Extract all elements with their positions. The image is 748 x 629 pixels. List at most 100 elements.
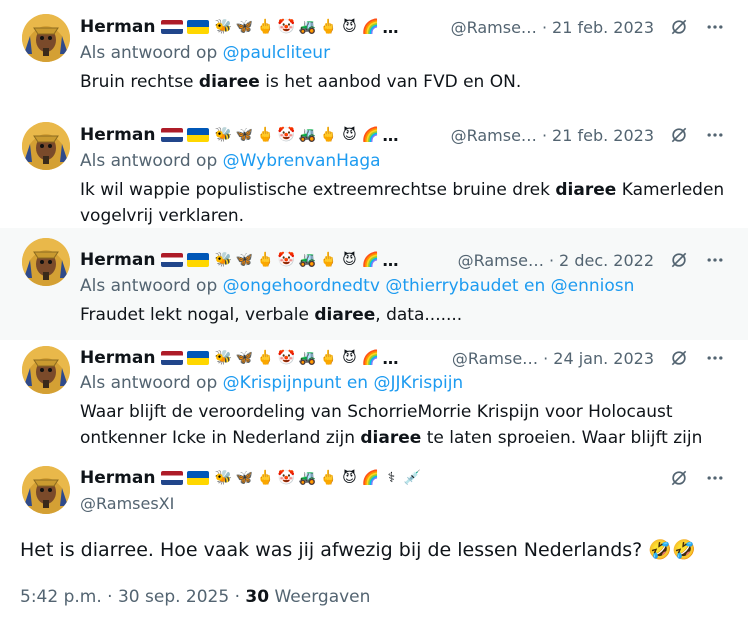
rainbow-icon: 🌈 <box>361 470 380 486</box>
display-name[interactable]: Herman <box>80 125 155 145</box>
reply-mention[interactable]: @JJKrispijn <box>373 373 463 393</box>
more-icon[interactable] <box>704 347 726 369</box>
tweet-text: Fraudet lekt nogal, verbale diaree, data… <box>80 302 726 328</box>
avatar[interactable] <box>22 122 70 170</box>
tweet-reply-3[interactable]: Herman 🐝 🦋 🖕 🤡 🚜 🖕 😈 🌈 … @Ramse… · 2 dec… <box>0 228 748 340</box>
timestamp[interactable]: 24 jan. 2023 <box>553 349 654 368</box>
display-name[interactable]: Herman <box>80 468 155 488</box>
flag-ua-icon <box>187 128 210 142</box>
separator-dot: · <box>543 348 549 368</box>
avatar[interactable] <box>22 238 70 286</box>
grok-icon[interactable] <box>668 347 690 369</box>
middle-finger-icon: 🖕 <box>256 252 275 268</box>
tweet-reply-1[interactable]: Herman 🐝 🦋 🖕 🤡 🚜 🖕 😈 🌈 … @Ramse… · 21 fe… <box>0 0 748 113</box>
flag-ua-icon <box>187 253 210 267</box>
display-name[interactable]: Herman <box>80 17 155 37</box>
middle-finger-icon: 🖕 <box>319 470 338 486</box>
handle[interactable]: @Ramse… <box>451 126 537 145</box>
display-name[interactable]: Herman <box>80 348 155 368</box>
butterfly-icon: 🦋 <box>235 252 254 268</box>
grok-icon[interactable] <box>668 467 690 489</box>
more-icon[interactable] <box>704 249 726 271</box>
bee-icon: 🐝 <box>214 252 233 268</box>
tweet-header: Herman 🐝 🦋 🖕 🤡 🚜 🖕 😈 🌈 … @Ramse… · 21 fe… <box>80 14 726 40</box>
timestamp[interactable]: 21 feb. 2023 <box>552 18 654 37</box>
separator-dot: · <box>234 587 240 607</box>
clown-icon: 🤡 <box>277 470 296 486</box>
more-icon[interactable] <box>704 16 726 38</box>
tweet-text: Ik wil wappie populistische extreemrecht… <box>80 177 726 229</box>
tweet-time[interactable]: 5:42 p.m. <box>20 587 102 607</box>
flag-nl-icon <box>161 128 184 142</box>
tweet-header: Herman 🐝 🦋 🖕 🤡 🚜 🖕 😈 🌈 … @Ramse… · 21 fe… <box>80 122 726 148</box>
display-name[interactable]: Herman <box>80 250 155 270</box>
separator-dot: · <box>548 250 555 270</box>
clown-icon: 🤡 <box>277 19 296 35</box>
syringe-icon: 💉 <box>403 470 422 486</box>
clown-icon: 🤡 <box>277 350 296 366</box>
reply-mention[interactable]: @enniosn <box>551 276 635 296</box>
butterfly-icon: 🦋 <box>235 350 254 366</box>
tweet-header: Herman 🐝 🦋 🖕 🤡 🚜 🖕 😈 🌈 … @Ramse… · 24 ja… <box>80 345 726 371</box>
rainbow-icon: 🌈 <box>361 127 380 143</box>
reply-context: Als antwoord op @ongehoordnedtv @thierry… <box>80 276 634 296</box>
reply-conjunction[interactable]: en <box>524 276 545 296</box>
reply-mention[interactable]: @WybrenvanHaga <box>223 151 381 171</box>
rainbow-icon: 🌈 <box>361 350 380 366</box>
grok-icon[interactable] <box>668 249 690 271</box>
avatar[interactable] <box>22 466 70 514</box>
butterfly-icon: 🦋 <box>235 19 254 35</box>
grok-icon[interactable] <box>668 16 690 38</box>
middle-finger-icon: 🖕 <box>256 19 275 35</box>
tweet-header: Herman 🐝 🦋 🖕 🤡 🚜 🖕 😈 🌈 … @Ramse… · 2 dec… <box>80 247 726 273</box>
text-highlight: diaree <box>198 72 260 92</box>
reply-mention[interactable]: @ongehoordnedtv <box>223 276 380 296</box>
avatar[interactable] <box>22 14 70 62</box>
reply-prefix: Als antwoord op <box>80 276 218 296</box>
tractor-icon: 🚜 <box>298 350 317 366</box>
reply-prefix: Als antwoord op <box>80 151 218 171</box>
reply-mention[interactable]: @thierrybaudet <box>385 276 518 296</box>
separator-dot: · <box>541 17 548 37</box>
text-highlight: diaree <box>360 428 422 448</box>
timestamp[interactable]: 21 feb. 2023 <box>552 126 654 145</box>
handle[interactable]: @Ramse… <box>451 18 537 37</box>
middle-finger-icon: 🖕 <box>319 127 338 143</box>
devil-icon: 😈 <box>342 252 357 268</box>
avatar[interactable] <box>22 346 70 394</box>
flag-ua-icon <box>187 20 210 34</box>
tweet-text: Waar blijft de veroordeling van Schorrie… <box>80 399 726 451</box>
main-handle[interactable]: @RamsesXI <box>80 494 174 513</box>
tweet-date[interactable]: 30 sep. 2025 <box>118 587 229 607</box>
name-emojis: 🐝 🦋 🖕 🤡 🚜 🖕 😈 🌈 … <box>161 251 398 270</box>
views-count: 30 <box>245 587 270 607</box>
middle-finger-icon: 🖕 <box>319 350 338 366</box>
text-highlight: diaree <box>314 305 376 325</box>
bee-icon: 🐝 <box>214 19 233 35</box>
name-emojis: 🐝 🦋 🖕 🤡 🚜 🖕 😈 🌈 … <box>161 18 398 37</box>
bee-icon: 🐝 <box>214 470 233 486</box>
name-ellipsis: … <box>382 17 399 37</box>
butterfly-icon: 🦋 <box>235 127 254 143</box>
name-ellipsis: … <box>382 125 399 145</box>
grok-icon[interactable] <box>668 124 690 146</box>
reply-mention[interactable]: @Krispijnpunt <box>223 373 342 393</box>
more-icon[interactable] <box>704 124 726 146</box>
handle[interactable]: @Ramse… <box>452 349 538 368</box>
reply-conjunction[interactable]: en <box>347 373 368 393</box>
staff-of-aesculapius-icon: ⚕ <box>387 470 396 486</box>
devil-icon: 😈 <box>342 470 357 486</box>
handle[interactable]: @Ramse… <box>458 251 544 270</box>
tractor-icon: 🚜 <box>298 470 317 486</box>
flag-nl-icon <box>161 253 184 267</box>
timestamp[interactable]: 2 dec. 2022 <box>559 251 654 270</box>
name-ellipsis: … <box>382 250 399 270</box>
bee-icon: 🐝 <box>214 127 233 143</box>
middle-finger-icon: 🖕 <box>319 19 338 35</box>
more-icon[interactable] <box>704 467 726 489</box>
middle-finger-icon: 🖕 <box>319 252 338 268</box>
clown-icon: 🤡 <box>277 252 296 268</box>
tweet-reply-4[interactable]: Herman 🐝 🦋 🖕 🤡 🚜 🖕 😈 🌈 … @Ramse… · 24 ja… <box>0 340 748 460</box>
reply-mention[interactable]: @paulcliteur <box>223 43 330 63</box>
tweet-reply-2[interactable]: Herman 🐝 🦋 🖕 🤡 🚜 🖕 😈 🌈 … @Ramse… · 21 fe… <box>0 113 748 228</box>
